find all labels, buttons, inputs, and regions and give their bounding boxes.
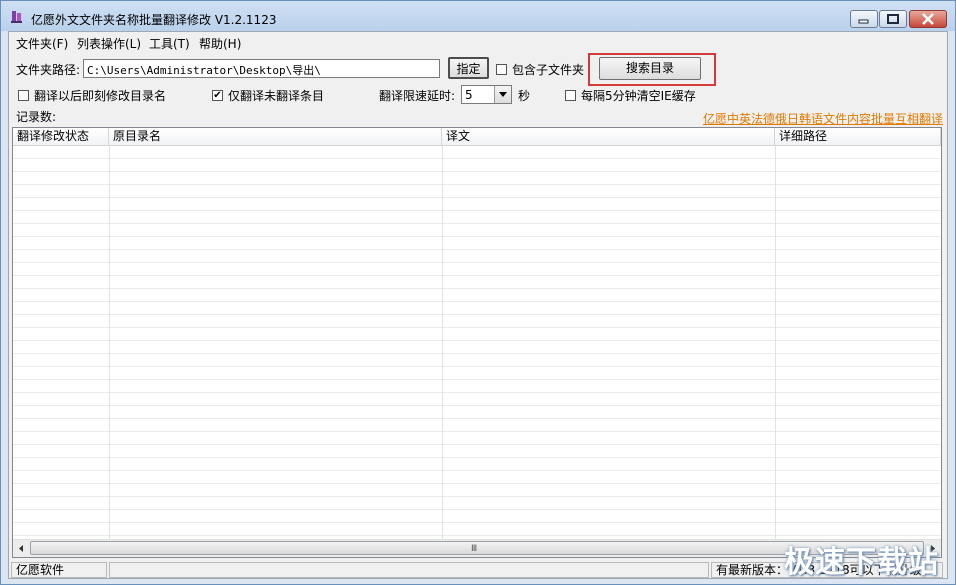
table-rows[interactable] (13, 146, 941, 539)
window-title: 亿愿外文文件夹名称批量翻译修改 V1.2.1123 (31, 13, 277, 27)
only-untranslated-label: 仅翻译未翻译条目 (228, 89, 325, 103)
watermark: 极速下载站 (784, 545, 939, 580)
maximize-button[interactable] (879, 10, 907, 28)
record-table[interactable]: 翻译修改状态 原目录名 译文 详细路径 Ⅲ (12, 127, 942, 558)
highlight-box (588, 53, 716, 86)
minimize-button[interactable] (850, 10, 878, 28)
column-divider (109, 146, 110, 539)
menu-help[interactable]: 帮助(H) (199, 35, 241, 52)
include-subfolders-label: 包含子文件夹 (512, 63, 585, 77)
close-button[interactable] (909, 10, 947, 28)
client-area: 文件夹(F) 列表操作(L) 工具(T) 帮助(H) 文件夹路径: C:\Use… (8, 31, 948, 579)
column-divider (775, 146, 776, 539)
table-header: 翻译修改状态 原目录名 译文 详细路径 (13, 128, 941, 146)
chevron-down-icon[interactable] (494, 86, 511, 103)
column-path[interactable]: 详细路径 (775, 128, 941, 145)
grip-icon: Ⅲ (471, 544, 478, 554)
menu-list-ops[interactable]: 列表操作(L) (77, 35, 141, 52)
record-count-label: 记录数: (16, 110, 57, 124)
menu-folder[interactable]: 文件夹(F) (16, 35, 68, 52)
column-status[interactable]: 翻译修改状态 (13, 128, 109, 145)
clear-cache-checkbox[interactable] (565, 90, 576, 101)
promo-link[interactable]: 亿愿中英法德俄日韩语文件内容批量互相翻译 (703, 110, 943, 127)
clear-cache-label: 每隔5分钟清空IE缓存 (581, 89, 696, 103)
delay-value: 5 (465, 88, 473, 102)
delay-unit: 秒 (518, 89, 531, 103)
status-left: 亿愿软件 (11, 562, 107, 578)
column-translation[interactable]: 译文 (442, 128, 775, 145)
scroll-left-icon[interactable] (14, 541, 29, 556)
minimize-icon (858, 19, 869, 24)
delay-select[interactable]: 5 (461, 85, 512, 104)
column-divider (442, 146, 443, 539)
menu-bar: 文件夹(F) 列表操作(L) 工具(T) 帮助(H) (9, 32, 947, 52)
maximize-icon (887, 14, 899, 24)
column-original-name[interactable]: 原目录名 (109, 128, 442, 145)
rename-after-translate-label: 翻译以后即刻修改目录名 (34, 89, 167, 103)
status-middle (109, 562, 709, 578)
app-window: 亿愿外文文件夹名称批量翻译修改 V1.2.1123 文件夹(F) 列表操作(L)… (0, 0, 956, 585)
browse-button[interactable]: 指定 (448, 57, 489, 79)
close-icon (922, 13, 934, 25)
include-subfolders-checkbox[interactable] (496, 64, 507, 75)
rename-after-translate-checkbox[interactable] (18, 90, 29, 101)
app-icon (11, 11, 22, 23)
path-label: 文件夹路径: (16, 63, 81, 77)
path-input[interactable]: C:\Users\Administrator\Desktop\导出\ (83, 59, 440, 78)
only-untranslated-checkbox[interactable]: ✔ (212, 90, 223, 101)
delay-label: 翻译限速延时: (379, 89, 456, 103)
menu-tools[interactable]: 工具(T) (149, 35, 190, 52)
title-bar[interactable]: 亿愿外文文件夹名称批量翻译修改 V1.2.1123 (1, 1, 955, 31)
